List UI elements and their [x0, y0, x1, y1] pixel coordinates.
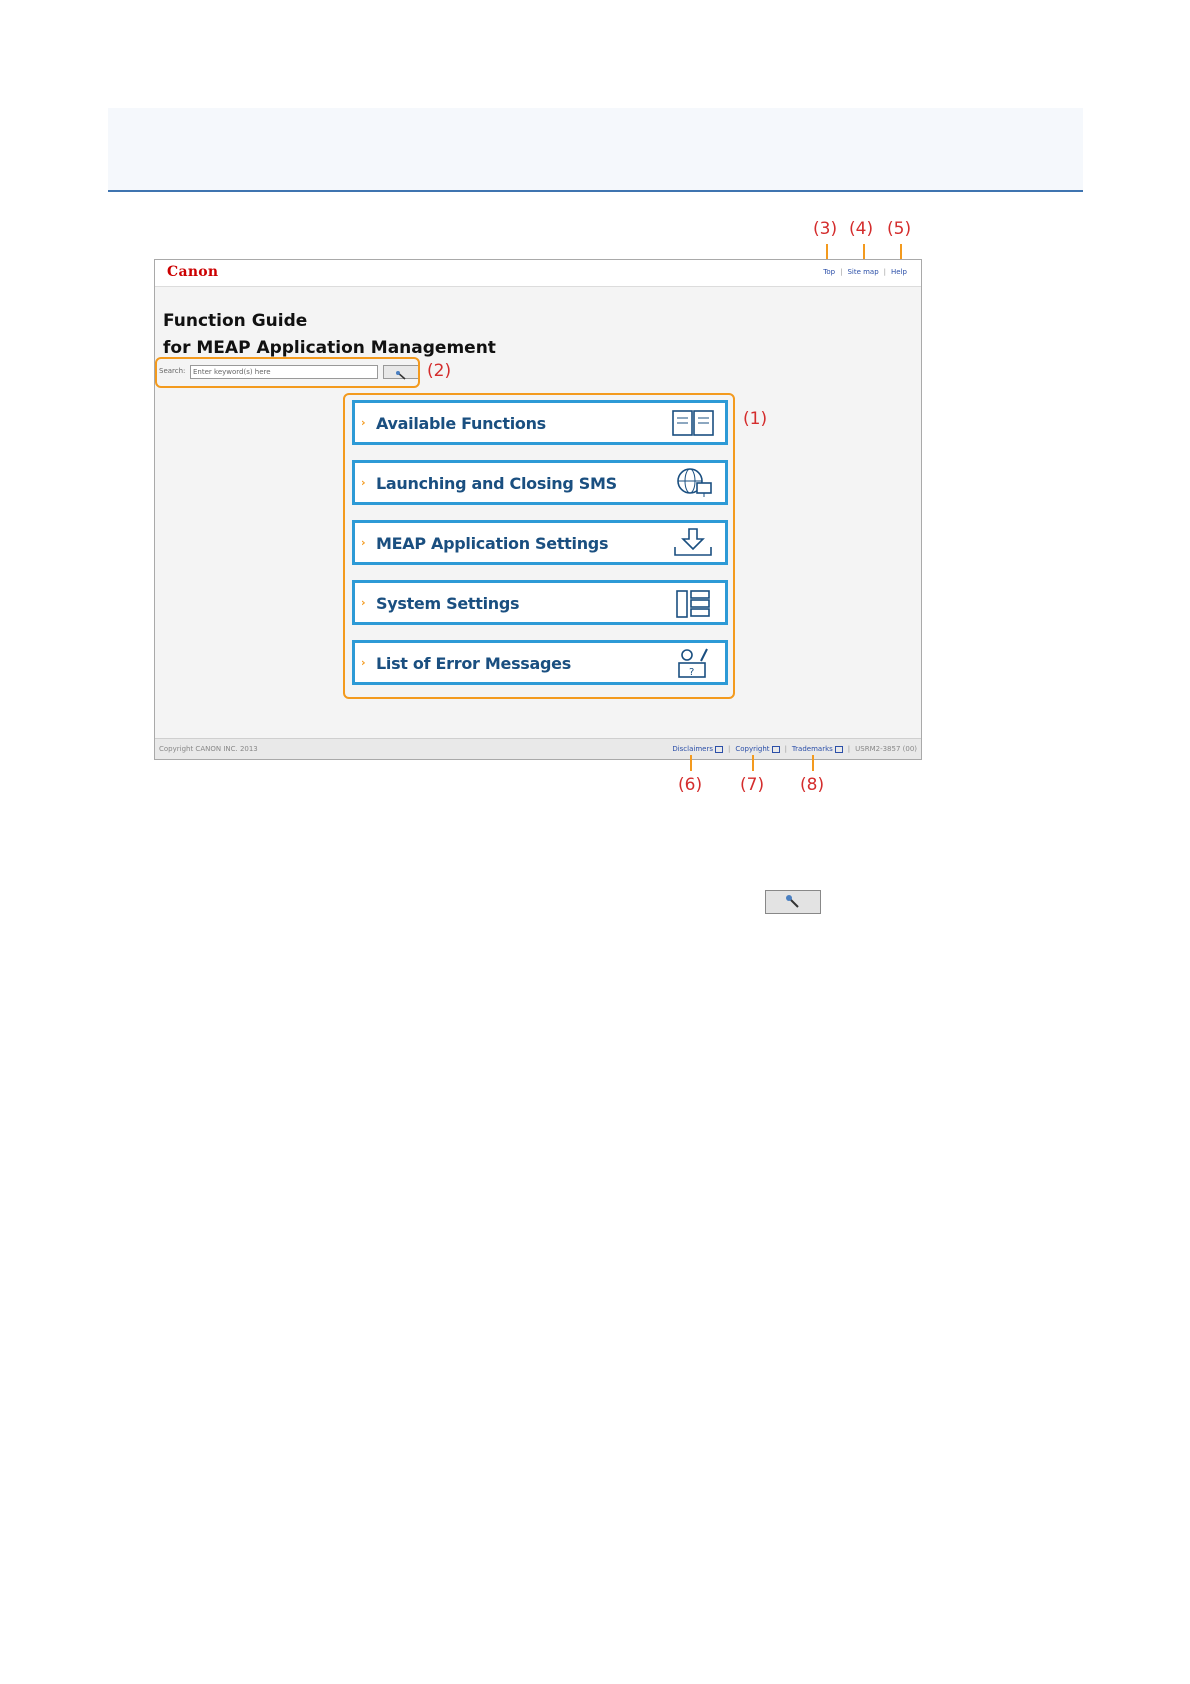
trademarks-link[interactable]: Trademarks: [792, 745, 833, 753]
callout-8-line: [812, 755, 814, 771]
top-link[interactable]: Top: [823, 268, 835, 276]
callout-6-line: [690, 755, 692, 771]
footer-links: Disclaimers | Copyright | Trademarks | USRM2-3…: [672, 745, 917, 753]
callout-1: (1): [743, 409, 768, 429]
callout-3: (3): [813, 219, 838, 239]
page-header-rule: [108, 190, 1083, 192]
callout-1-outline: [343, 393, 735, 699]
external-link-icon: [771, 745, 780, 753]
site-map-link[interactable]: Site map: [847, 268, 878, 276]
screenshot-footer: Copyright CANON INC. 2013 Disclaimers | Co…: [155, 738, 921, 759]
copyright-link[interactable]: Copyright: [735, 745, 769, 753]
copyright-text: Copyright CANON INC. 2013: [159, 745, 258, 753]
callout-7: (7): [740, 775, 765, 795]
callout-2-outline: [155, 357, 420, 388]
callout-4: (4): [849, 219, 874, 239]
page-title: Function Guide for MEAP Application Mana…: [163, 311, 496, 358]
top-links: Top | Site map | Help: [823, 268, 907, 276]
search-button-illustration: [765, 890, 821, 914]
callout-5: (5): [887, 219, 912, 239]
callout-2: (2): [427, 361, 452, 381]
canon-logo: Canon: [167, 264, 219, 280]
screenshot-top-bar: Canon Top | Site map | Help: [155, 260, 921, 287]
external-link-icon: [834, 745, 843, 753]
disclaimers-link[interactable]: Disclaimers: [672, 745, 713, 753]
manual-version: USRM2-3857 (00): [855, 745, 917, 753]
callout-7-line: [752, 755, 754, 771]
external-link-icon: [714, 745, 723, 753]
help-link[interactable]: Help: [891, 268, 907, 276]
search-icon: [786, 895, 799, 908]
page-header-band: [108, 108, 1083, 191]
callout-6: (6): [678, 775, 703, 795]
callout-8: (8): [800, 775, 825, 795]
